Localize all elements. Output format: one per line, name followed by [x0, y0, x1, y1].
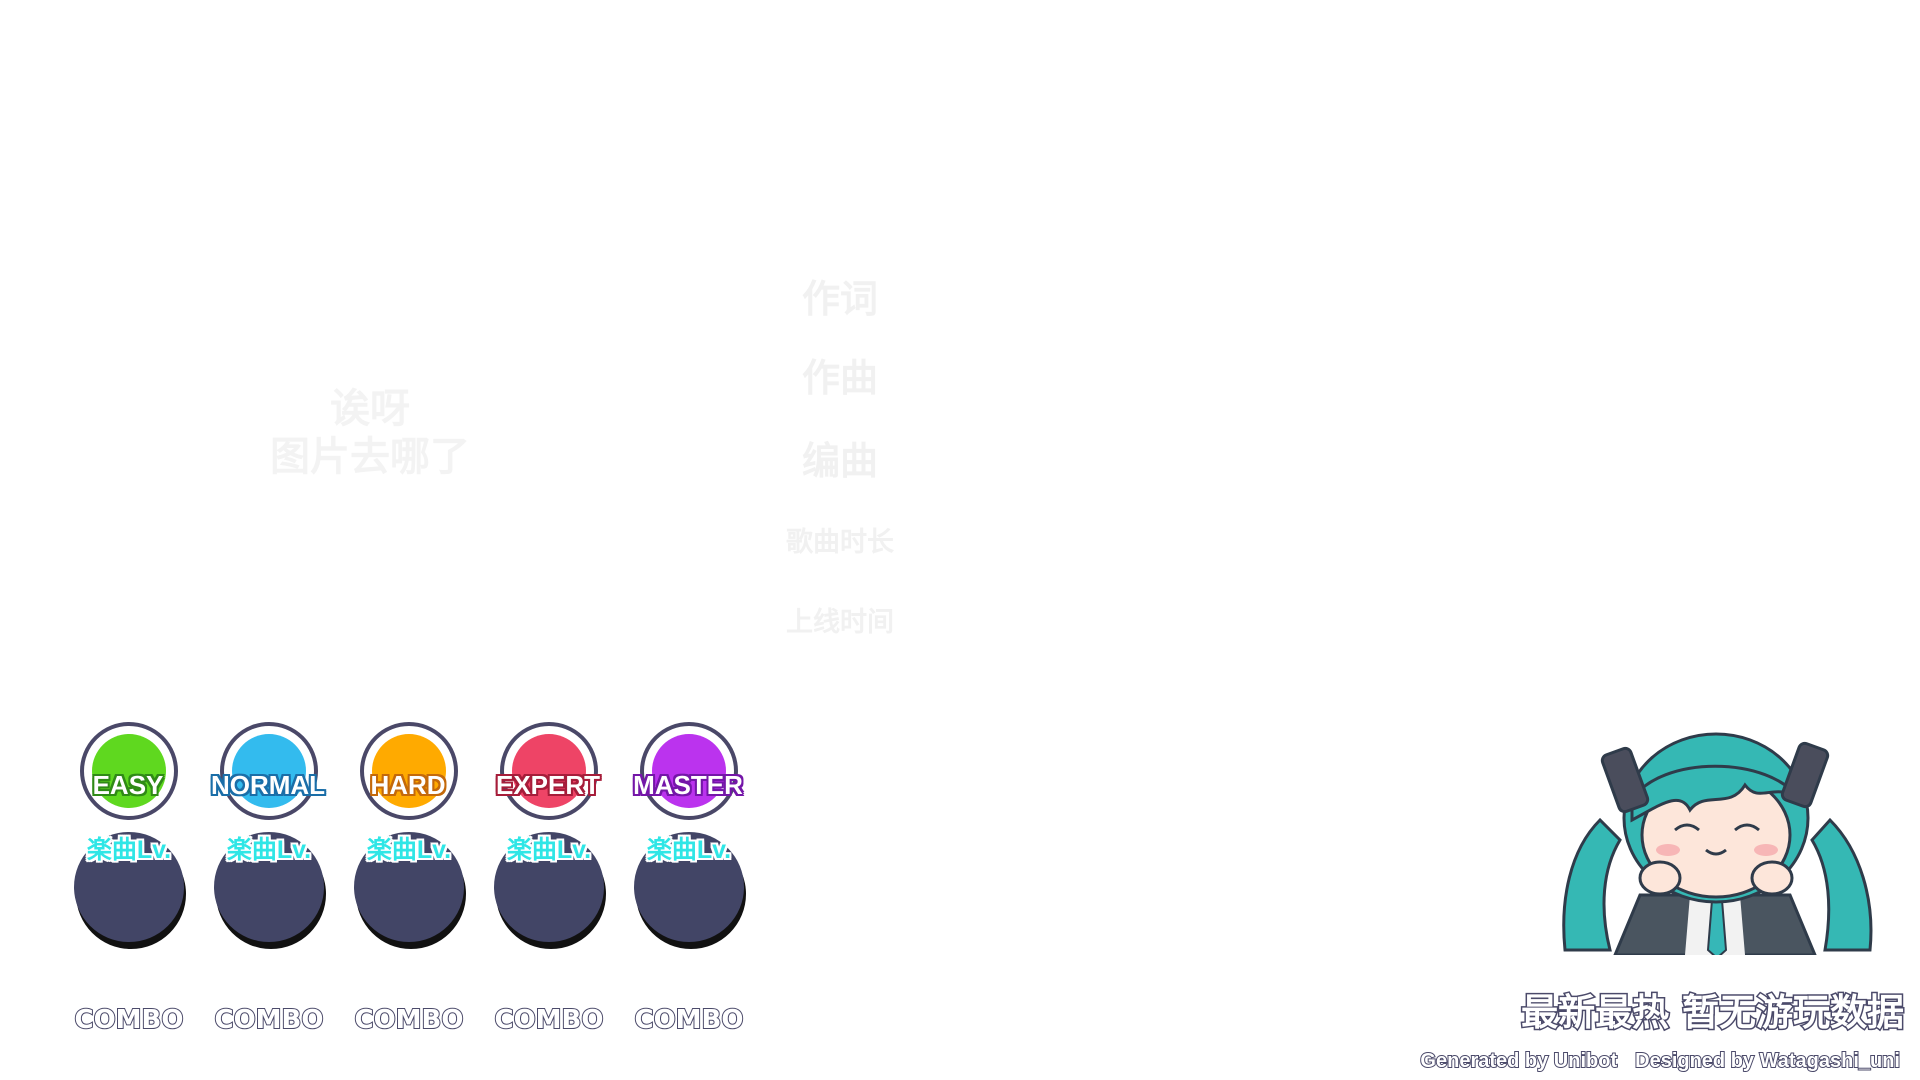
- placeholder-line-1: 诶呀: [330, 386, 410, 432]
- difficulty-name: MASTER: [633, 770, 743, 800]
- designed-by-credit: Designed by Watagashi_uni: [1634, 1049, 1901, 1073]
- level-label: 楽曲Lv.: [646, 836, 732, 864]
- difficulty-easy: EASY 楽曲Lv. COMBO: [62, 722, 184, 1042]
- no-play-data-status: 最新最热 暂无游玩数据: [1520, 990, 1906, 1036]
- difficulty-hard: HARD 楽曲Lv. COMBO: [342, 722, 464, 1042]
- lyricist-label: 作词: [801, 277, 878, 321]
- difficulty-master: MASTER 楽曲Lv. COMBO: [622, 722, 744, 1042]
- credits: Generated by Unibot Designed by Watagashi…: [1419, 1049, 1901, 1073]
- release-date-label: 上线时间: [786, 607, 894, 638]
- generated-by-credit: Generated by Unibot: [1419, 1049, 1618, 1073]
- difficulty-expert: EXPERT 楽曲Lv. COMBO: [482, 722, 604, 1042]
- difficulty-normal: NORMAL 楽曲Lv. COMBO: [202, 722, 325, 1042]
- duration-label: 歌曲时长: [786, 527, 894, 558]
- arranger-label: 编曲: [801, 439, 878, 483]
- song-card: 诶呀 图片去哪了 作词 作曲 编曲 歌曲时长 上线时间 EASY 楽曲Lv. COM…: [0, 0, 1920, 1080]
- combo-label: COMBO: [634, 1004, 745, 1036]
- composer-label: 作曲: [801, 356, 878, 400]
- missing-jacket-placeholder: 诶呀 图片去哪了: [200, 385, 540, 481]
- placeholder-line-2: 图片去哪了: [270, 434, 470, 480]
- hatsune-miku-chibi-icon: [1562, 732, 1873, 955]
